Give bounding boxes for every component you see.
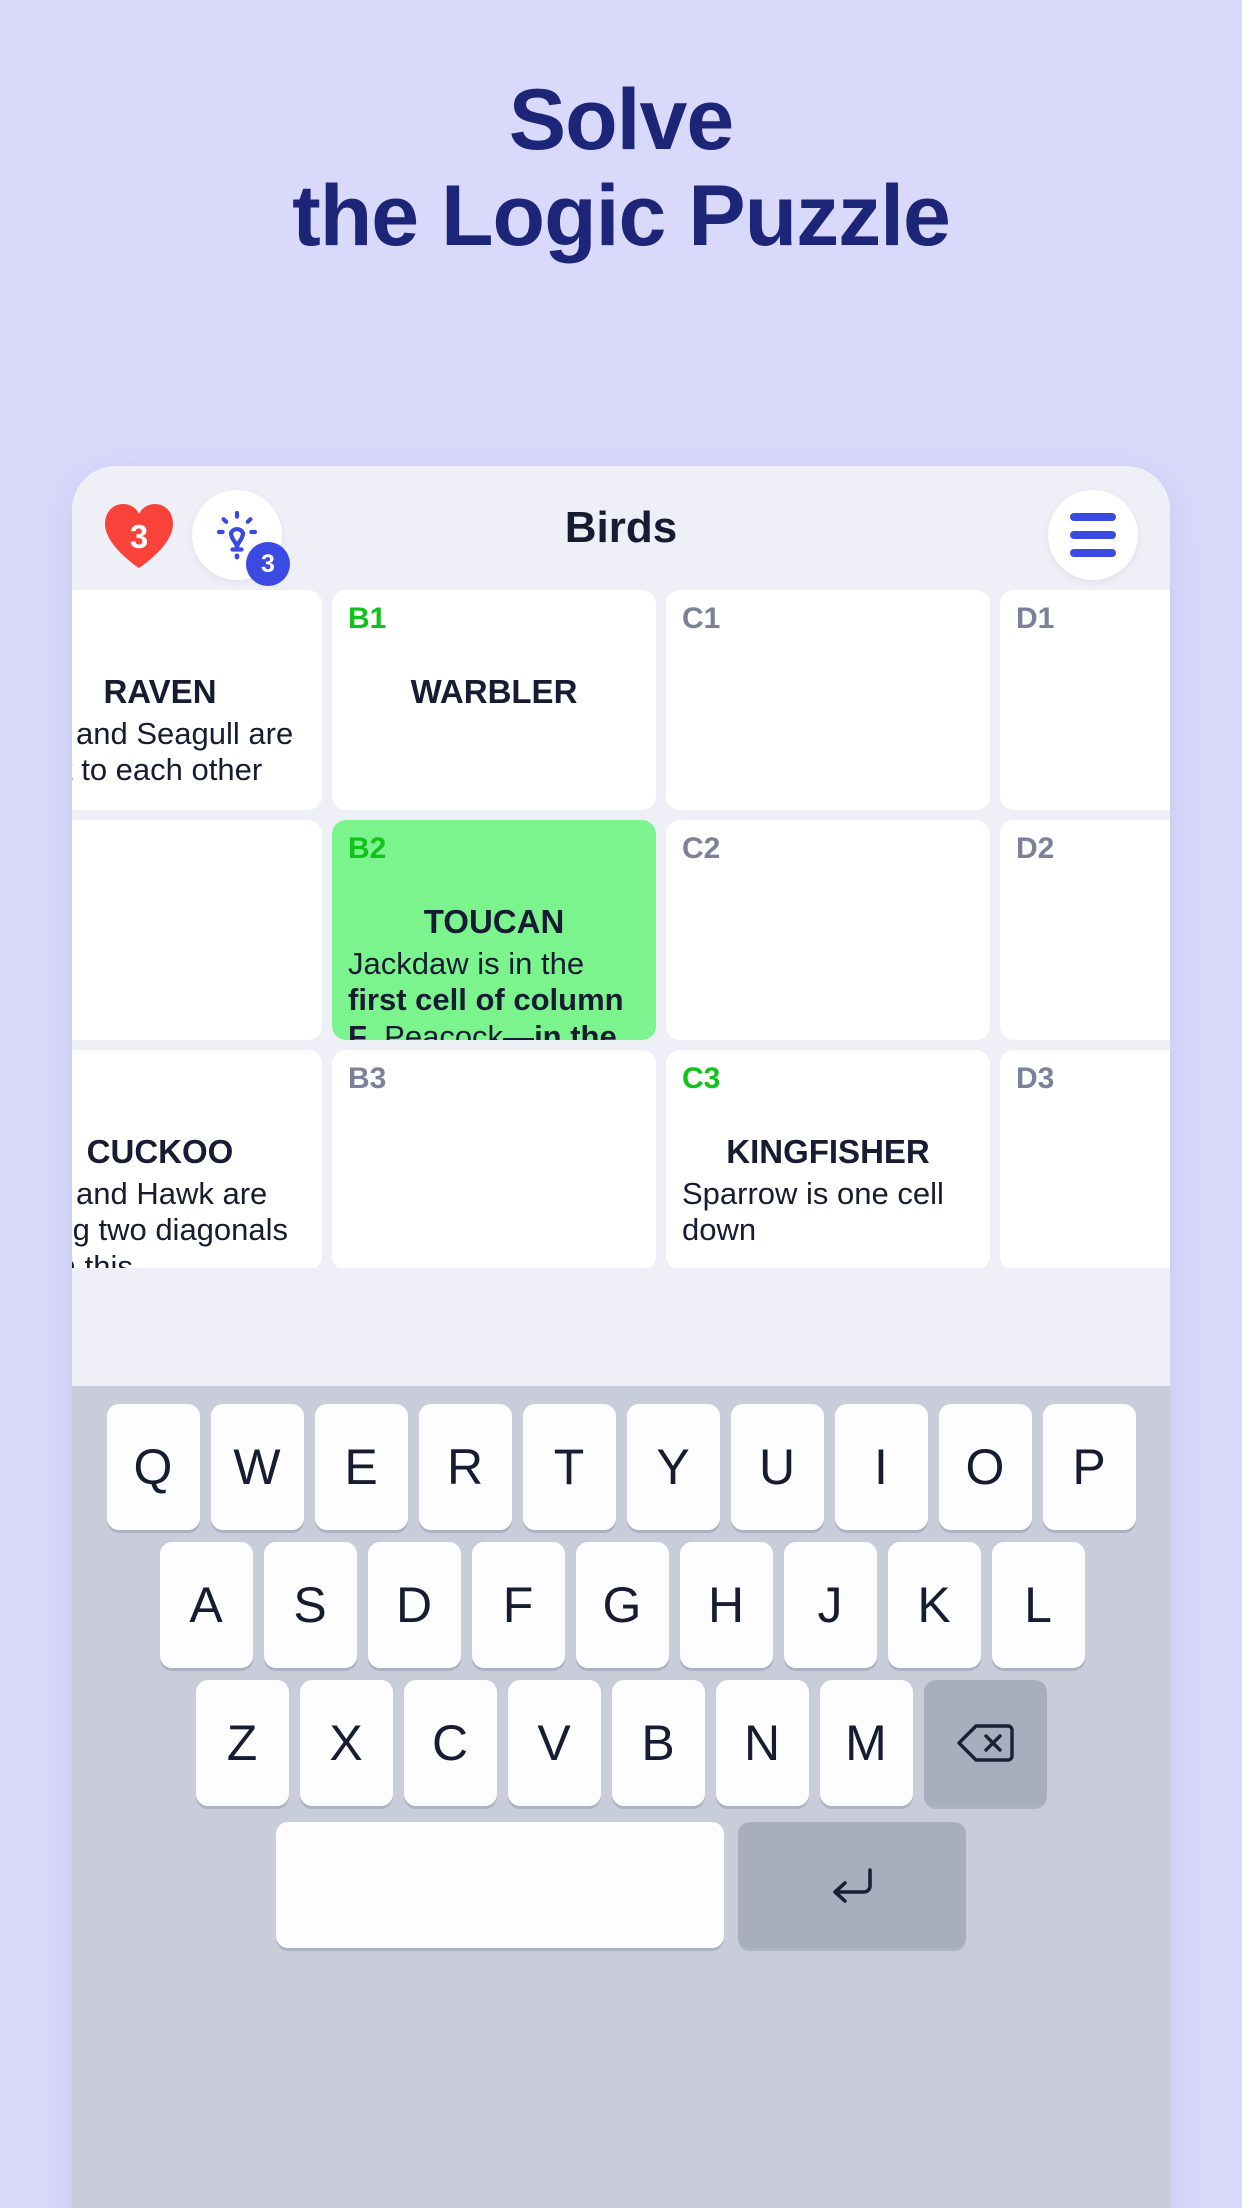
enter-return-icon: [833, 1868, 872, 1903]
promo-heading: Solve the Logic Puzzle: [0, 72, 1242, 265]
puzzle-cell-body: WARBLER: [348, 672, 640, 712]
puzzle-cell-label: D3: [1016, 1062, 1055, 1095]
puzzle-cell-c1[interactable]: C1: [666, 590, 990, 810]
puzzle-cell-body: CUCKOO Owl and Hawk are along two diagona…: [72, 1132, 306, 1268]
puzzle-cell-a1[interactable]: A1 RAVEN Kite and Seagull are next to each…: [72, 590, 322, 810]
key-w[interactable]: W: [210, 1404, 304, 1530]
puzzle-cell-label: A3: [72, 1064, 306, 1094]
key-r[interactable]: R: [418, 1404, 512, 1530]
key-j[interactable]: J: [783, 1542, 877, 1668]
puzzle-cell-clue: Owl and Hawk are along two diagonals fro…: [72, 1175, 289, 1268]
keyboard-row-4: [72, 1822, 1170, 1948]
puzzle-cell-label: B3: [348, 1062, 387, 1095]
key-backspace[interactable]: [923, 1680, 1047, 1806]
keyboard-row-3: ZXCVBNM: [72, 1680, 1170, 1806]
promo-heading-line-1: Solve: [508, 72, 734, 168]
key-c[interactable]: C: [403, 1680, 497, 1806]
puzzle-cell-label: C3: [682, 1062, 721, 1095]
puzzle-cell-b3[interactable]: B3: [332, 1050, 656, 1268]
key-h[interactable]: H: [679, 1542, 773, 1668]
puzzle-cell-word: RAVEN: [103, 673, 217, 710]
puzzle-cell-label: C2: [682, 832, 721, 865]
key-b[interactable]: B: [611, 1680, 705, 1806]
puzzle-cell-body: KINGFISHER Sparrow is one cell down: [682, 1132, 974, 1249]
puzzle-grid-viewport: A1 RAVEN Kite and Seagull are next to each…: [72, 590, 1170, 1268]
key-enter[interactable]: [738, 1822, 966, 1948]
on-screen-keyboard: QWERTYUIOP ASDFGHJKL ZXCVBNM: [72, 1386, 1170, 2208]
promo-heading-line-2: the Logic Puzzle: [292, 168, 951, 265]
puzzle-cell-word: TOUCAN: [423, 903, 565, 940]
puzzle-cell-d3[interactable]: D3: [1000, 1050, 1170, 1268]
backspace-icon: [957, 1724, 1014, 1762]
puzzle-cell-b2[interactable]: B2 TOUCAN Jackdaw is in the first cell of …: [332, 820, 656, 1040]
puzzle-cell-d1[interactable]: D1: [1000, 590, 1170, 810]
keyboard-row-2: ASDFGHJKL: [72, 1542, 1170, 1668]
key-z[interactable]: Z: [195, 1680, 289, 1806]
puzzle-cell-label: B1: [348, 602, 387, 635]
puzzle-grid: A1 RAVEN Kite and Seagull are next to each…: [72, 590, 1170, 1268]
key-o[interactable]: O: [938, 1404, 1032, 1530]
hamburger-menu-icon-bar: [1070, 531, 1116, 539]
puzzle-cell-clue: Kite and Seagull are next to each other: [72, 715, 294, 788]
puzzle-cell-clue: Jackdaw is in the first cell of column F…: [348, 945, 624, 1040]
key-u[interactable]: U: [730, 1404, 824, 1530]
key-space[interactable]: [276, 1822, 724, 1948]
key-i[interactable]: I: [834, 1404, 928, 1530]
puzzle-cell-label: B2: [348, 832, 387, 865]
phone-mockup: 3 3 Birds RAVEN and Seagull are to each …: [72, 466, 1170, 2208]
key-k[interactable]: K: [887, 1542, 981, 1668]
key-g[interactable]: G: [575, 1542, 669, 1668]
hamburger-menu-icon-bar: [1070, 549, 1116, 557]
puzzle-cell-body: RAVEN Kite and Seagull are next to each o…: [72, 672, 306, 789]
puzzle-cell-label: A2: [72, 834, 306, 864]
puzzle-cell-label: C1: [682, 602, 721, 635]
puzzle-cell-b1[interactable]: B1 WARBLER: [332, 590, 656, 810]
app-header: 3 3 Birds: [72, 466, 1170, 590]
key-m[interactable]: M: [819, 1680, 913, 1806]
key-l[interactable]: L: [991, 1542, 1085, 1668]
keyboard-row-1: QWERTYUIOP: [72, 1404, 1170, 1530]
menu-button[interactable]: [1048, 490, 1138, 580]
puzzle-cell-a2[interactable]: A2: [72, 820, 322, 1040]
puzzle-cell-c3[interactable]: C3 KINGFISHER Sparrow is one cell down: [666, 1050, 990, 1268]
puzzle-cell-word: WARBLER: [410, 673, 578, 710]
key-e[interactable]: E: [314, 1404, 408, 1530]
puzzle-cell-clue: Sparrow is one cell down: [682, 1175, 944, 1248]
puzzle-cell-word: CUCKOO: [86, 1133, 234, 1170]
page-title: Birds: [564, 503, 678, 552]
puzzle-cell-body: TOUCAN Jackdaw is in the first cell of co…: [348, 902, 640, 1040]
key-n[interactable]: N: [715, 1680, 809, 1806]
key-d[interactable]: D: [367, 1542, 461, 1668]
puzzle-cell-a3[interactable]: A3 CUCKOO Owl and Hawk are along two diago…: [72, 1050, 322, 1268]
key-v[interactable]: V: [507, 1680, 601, 1806]
key-p[interactable]: P: [1042, 1404, 1136, 1530]
puzzle-cell-word: KINGFISHER: [726, 1133, 930, 1170]
hamburger-menu-icon-bar: [1070, 513, 1116, 521]
puzzle-cell-label: D2: [1016, 832, 1055, 865]
key-a[interactable]: A: [159, 1542, 253, 1668]
puzzle-cell-c2[interactable]: C2: [666, 820, 990, 1040]
key-s[interactable]: S: [263, 1542, 357, 1668]
key-q[interactable]: Q: [106, 1404, 200, 1530]
key-y[interactable]: Y: [626, 1404, 720, 1530]
puzzle-cell-label: A1: [72, 604, 306, 634]
puzzle-cell-d2[interactable]: D2: [1000, 820, 1170, 1040]
key-x[interactable]: X: [299, 1680, 393, 1806]
key-f[interactable]: F: [471, 1542, 565, 1668]
key-t[interactable]: T: [522, 1404, 616, 1530]
puzzle-cell-label: D1: [1016, 602, 1055, 635]
